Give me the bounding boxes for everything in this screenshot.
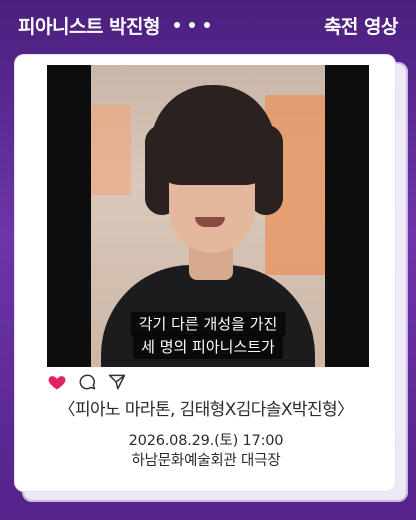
send-icon[interactable] (107, 372, 127, 392)
event-datetime: 2026.08.29.(토) 17:00 (128, 433, 284, 449)
header-right-label: 축전 영상 (323, 15, 399, 38)
header: 피아니스트 박진형 축전 영상 (0, 0, 416, 50)
video-player[interactable]: 각기 다른 개성을 가진 세 명의 피아니스트가 (47, 65, 369, 367)
subtitle-line-2: 세 명의 피아니스트가 (133, 335, 283, 359)
header-left: 피아니스트 박진형 (18, 12, 210, 39)
action-bar (47, 371, 127, 393)
event-title: 〈피아노 마라톤, 김태형X김다솔X박진형〉 (58, 400, 355, 420)
comment-icon[interactable] (77, 372, 97, 392)
event-venue: 하남문화예술회관 대극장 (131, 453, 281, 469)
header-title: 피아니스트 박진형 (18, 15, 160, 38)
heart-icon[interactable] (47, 372, 67, 392)
event-info: 〈피아노 마라톤, 김태형X김다솔X박진형〉 2026.08.29.(토) 17… (15, 397, 397, 471)
subtitle-line-1: 각기 다른 개성을 가진 (130, 312, 286, 336)
post-card: 각기 다른 개성을 가진 세 명의 피아니스트가 〈피아노 마라톤, 김태형X김… (14, 54, 396, 492)
dot (173, 22, 180, 28)
person-hair (151, 85, 275, 185)
dot (203, 22, 210, 28)
dots-icon (173, 22, 210, 28)
wall-left (91, 105, 131, 195)
dot (188, 22, 195, 28)
